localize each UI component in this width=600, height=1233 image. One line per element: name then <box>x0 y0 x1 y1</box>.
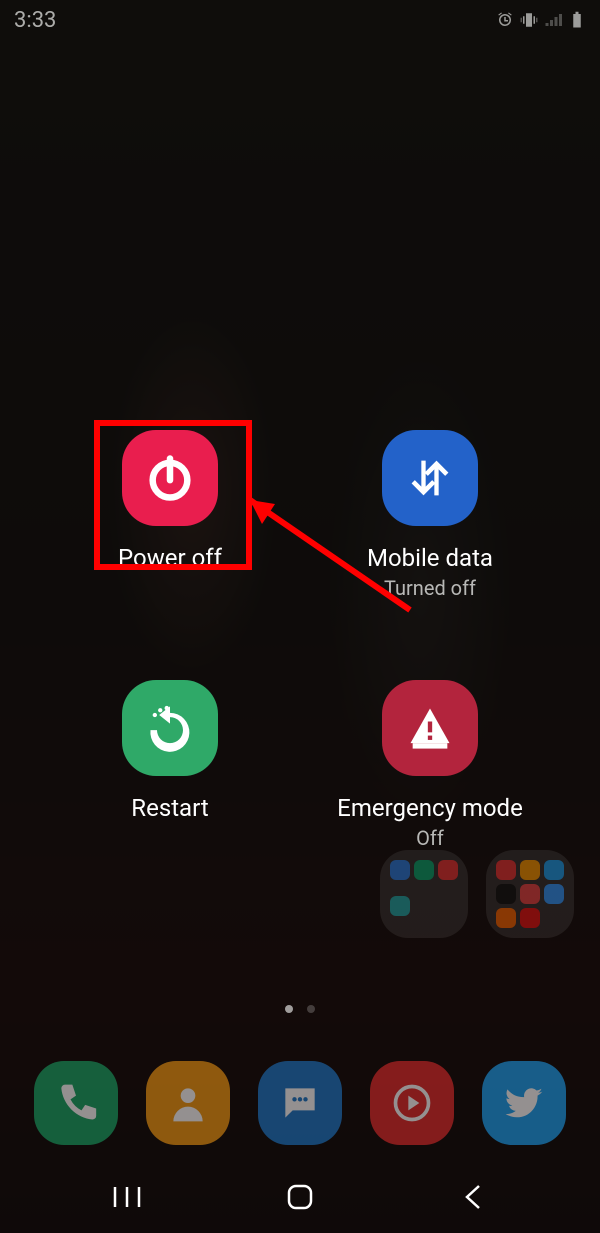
status-bar: 3:33 <box>0 0 600 40</box>
power-menu: Power off Mobile data Turned off Restart… <box>0 430 600 850</box>
back-icon <box>461 1183 485 1211</box>
app-folder-2[interactable] <box>486 850 574 938</box>
nav-home-button[interactable] <box>260 1173 340 1221</box>
restart-icon <box>122 680 218 776</box>
recents-icon <box>111 1184 143 1210</box>
navigation-bar <box>0 1161 600 1233</box>
signal-icon <box>544 11 562 29</box>
mobile-data-label: Mobile data <box>367 544 493 572</box>
twitter-app[interactable] <box>482 1061 566 1145</box>
emergency-icon <box>382 680 478 776</box>
page-indicator <box>0 1005 600 1013</box>
messages-icon <box>278 1081 322 1125</box>
battery-icon <box>568 11 586 29</box>
emergency-sub: Off <box>416 826 444 850</box>
vibrate-icon <box>520 11 538 29</box>
restart-label: Restart <box>131 794 208 822</box>
contacts-icon <box>166 1081 210 1125</box>
mobile-data-button[interactable]: Mobile data Turned off <box>367 430 493 600</box>
page-dot-active <box>285 1005 293 1013</box>
messages-app[interactable] <box>258 1061 342 1145</box>
status-icons <box>496 11 586 29</box>
status-time: 3:33 <box>14 8 56 33</box>
phone-icon <box>54 1081 98 1125</box>
home-icon <box>285 1182 315 1212</box>
nav-recents-button[interactable] <box>87 1173 167 1221</box>
restart-button[interactable]: Restart <box>122 680 218 850</box>
yt-music-icon <box>390 1081 434 1125</box>
app-folder-1[interactable] <box>380 850 468 938</box>
power-off-icon <box>122 430 218 526</box>
dock <box>0 1061 600 1145</box>
power-off-label: Power off <box>118 544 222 572</box>
yt-music-app[interactable] <box>370 1061 454 1145</box>
phone-app[interactable] <box>34 1061 118 1145</box>
emergency-label: Emergency mode <box>337 794 523 822</box>
nav-back-button[interactable] <box>433 1173 513 1221</box>
emergency-mode-button[interactable]: Emergency mode Off <box>337 680 523 850</box>
mobile-data-sub: Turned off <box>384 576 476 600</box>
twitter-icon <box>502 1081 546 1125</box>
power-off-button[interactable]: Power off <box>118 430 222 600</box>
alarm-icon <box>496 11 514 29</box>
mobile-data-icon <box>382 430 478 526</box>
page-dot <box>307 1005 315 1013</box>
contacts-app[interactable] <box>146 1061 230 1145</box>
